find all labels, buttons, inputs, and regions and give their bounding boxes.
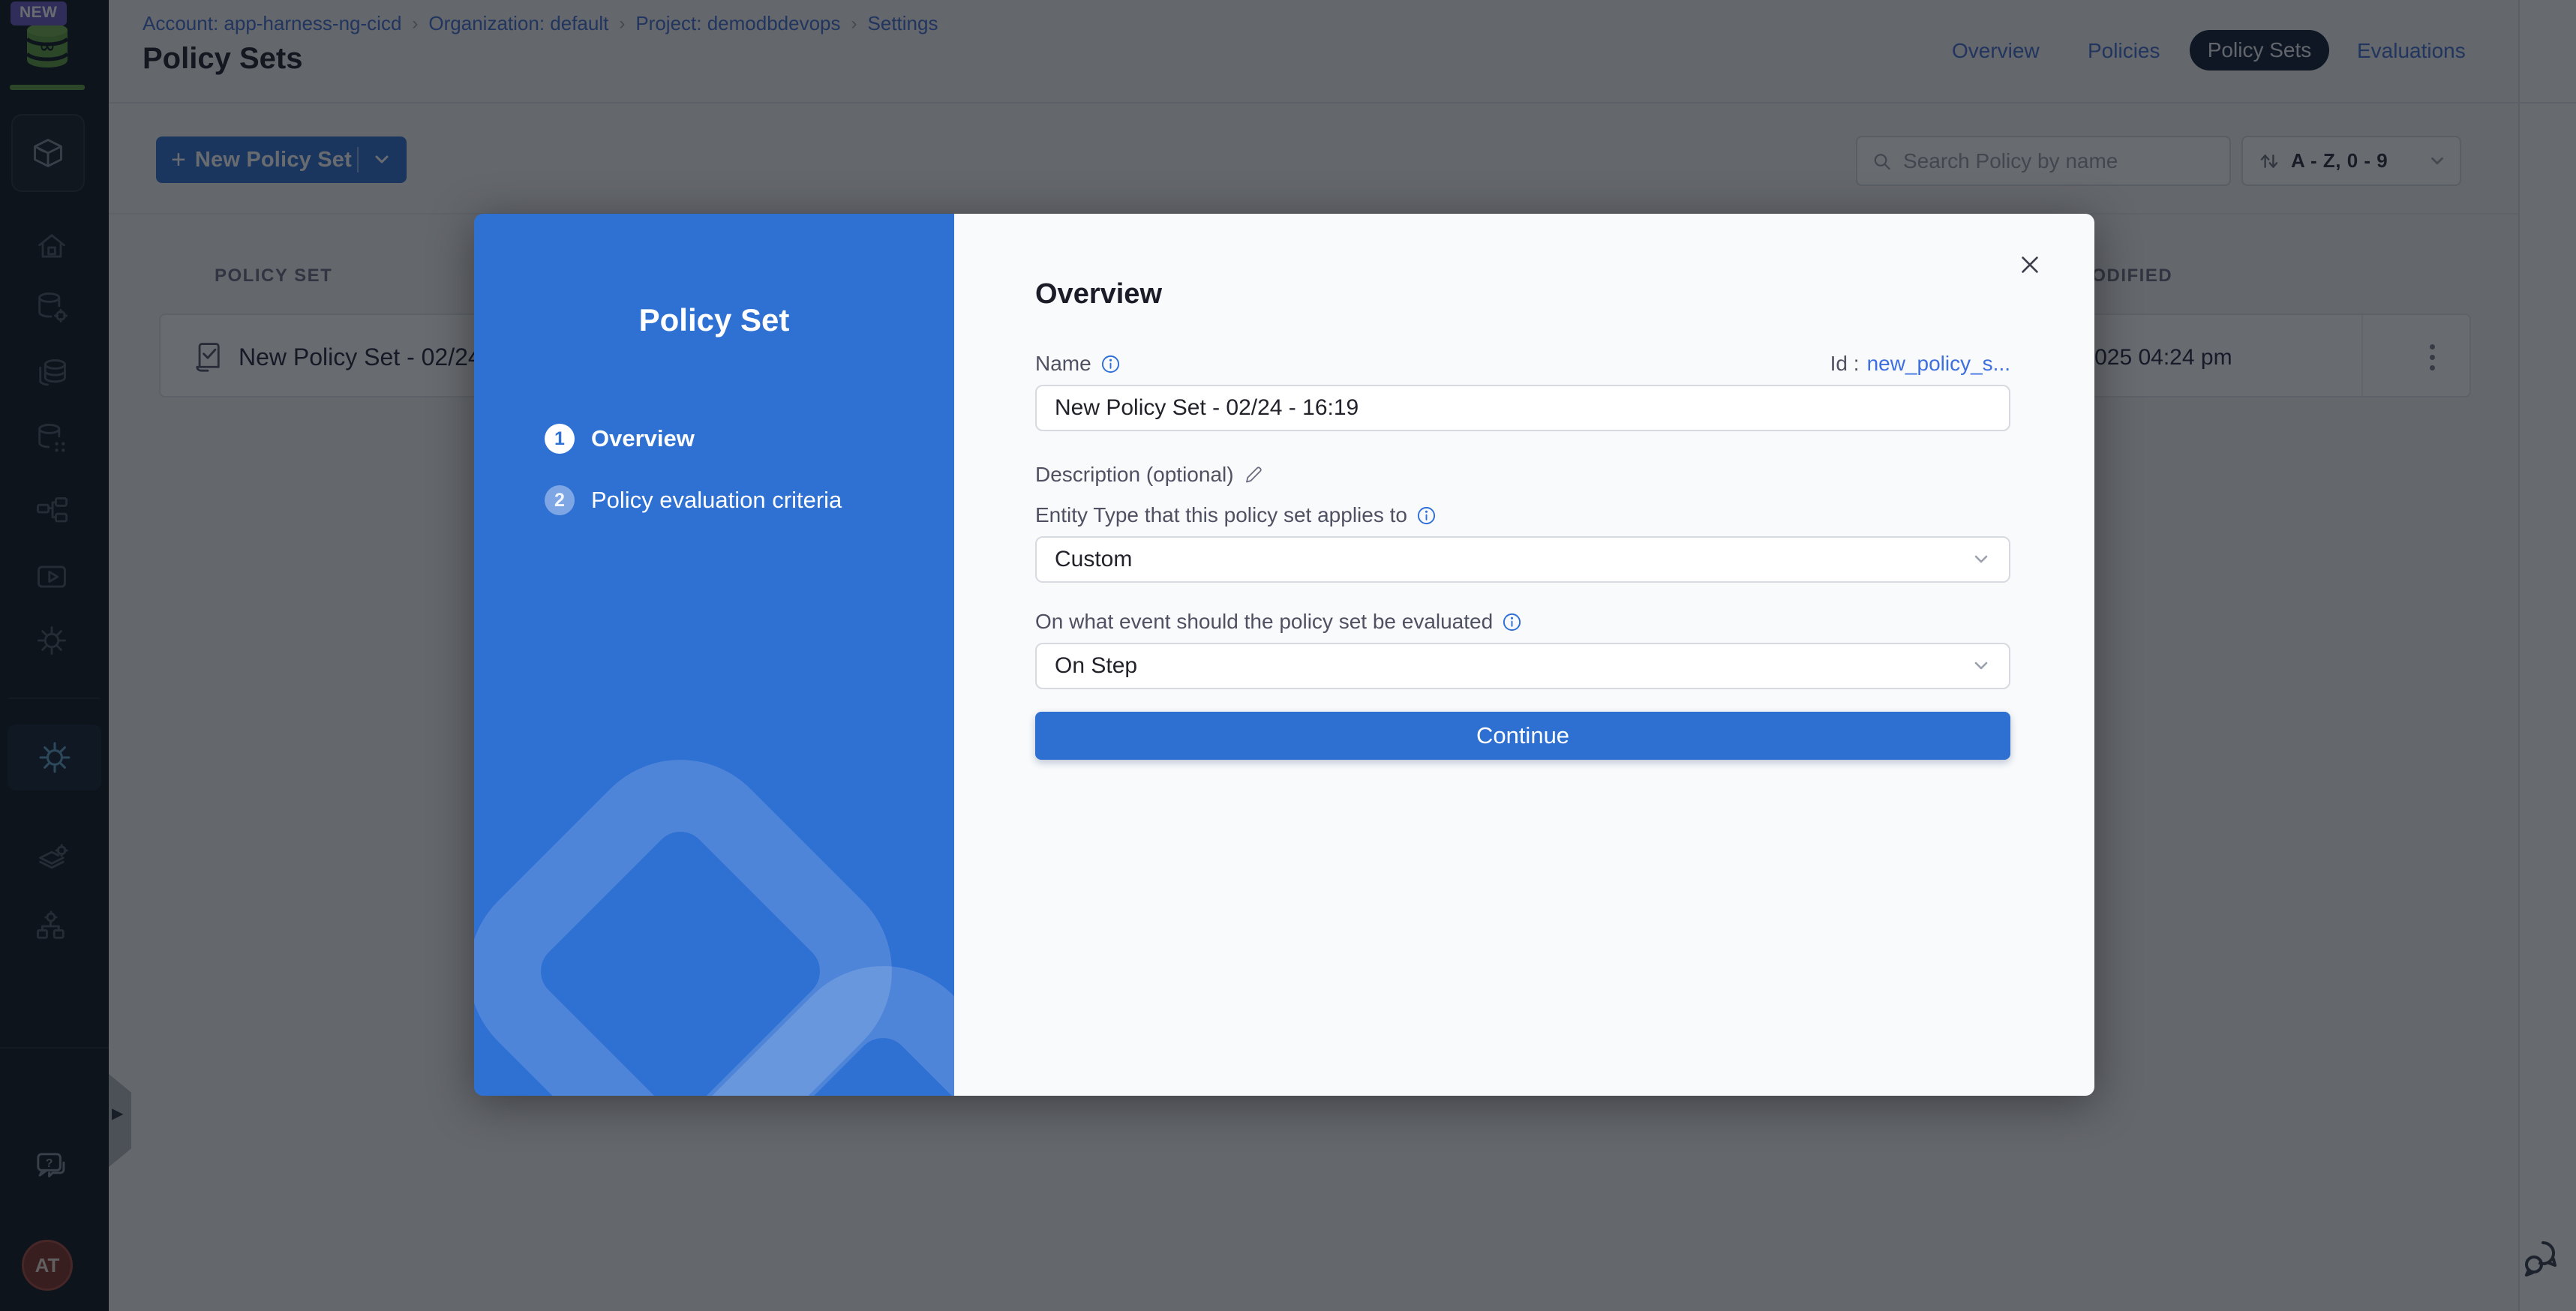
id-prefix: Id :: [1830, 352, 1860, 376]
entity-type-value: Custom: [1055, 547, 1132, 572]
chevron-down-icon: [1971, 656, 1991, 676]
close-icon: [2017, 252, 2043, 278]
wizard-left-panel: Policy Set 1 Overview 2 Policy evaluatio…: [474, 214, 954, 1096]
info-icon[interactable]: [1416, 506, 1437, 526]
chevron-down-icon: [1971, 550, 1991, 569]
info-icon[interactable]: [1502, 612, 1522, 632]
event-label-row: On what event should the policy set be e…: [1035, 610, 1522, 634]
id-link[interactable]: new_policy_s...: [1867, 352, 2010, 376]
policy-set-wizard-modal: Policy Set 1 Overview 2 Policy evaluatio…: [474, 214, 2094, 1096]
harness-watermark: [474, 214, 954, 1096]
name-input[interactable]: [1035, 385, 2010, 431]
event-select[interactable]: On Step: [1035, 643, 2010, 689]
name-label: Name: [1035, 352, 1091, 376]
wizard-step-overview[interactable]: 1 Overview: [545, 422, 935, 455]
continue-label: Continue: [1476, 722, 1569, 749]
continue-button[interactable]: Continue: [1035, 712, 2010, 760]
step-number: 1: [545, 424, 575, 454]
edit-pencil-icon[interactable]: [1243, 464, 1264, 485]
step-label: Policy evaluation criteria: [591, 487, 842, 514]
wizard-title: Policy Set: [474, 302, 954, 338]
app-root: Account: app-harness-ng-cicd › Organizat…: [0, 0, 2576, 1311]
name-label-row: Name: [1035, 352, 1121, 376]
entity-type-label-row: Entity Type that this policy set applies…: [1035, 503, 1437, 527]
wizard-step-evaluation-criteria[interactable]: 2 Policy evaluation criteria: [545, 484, 935, 517]
event-value: On Step: [1055, 653, 1137, 679]
modal-close-button[interactable]: [2013, 248, 2046, 281]
modal-heading: Overview: [1035, 278, 1162, 310]
entity-type-select[interactable]: Custom: [1035, 536, 2010, 583]
info-icon[interactable]: [1100, 354, 1121, 374]
entity-type-label: Entity Type that this policy set applies…: [1035, 503, 1407, 527]
description-row: Description (optional): [1035, 463, 1264, 487]
description-label: Description (optional): [1035, 463, 1234, 487]
id-row: Id : new_policy_s...: [1830, 352, 2010, 376]
step-number: 2: [545, 485, 575, 515]
step-label: Overview: [591, 425, 695, 452]
event-label: On what event should the policy set be e…: [1035, 610, 1493, 634]
